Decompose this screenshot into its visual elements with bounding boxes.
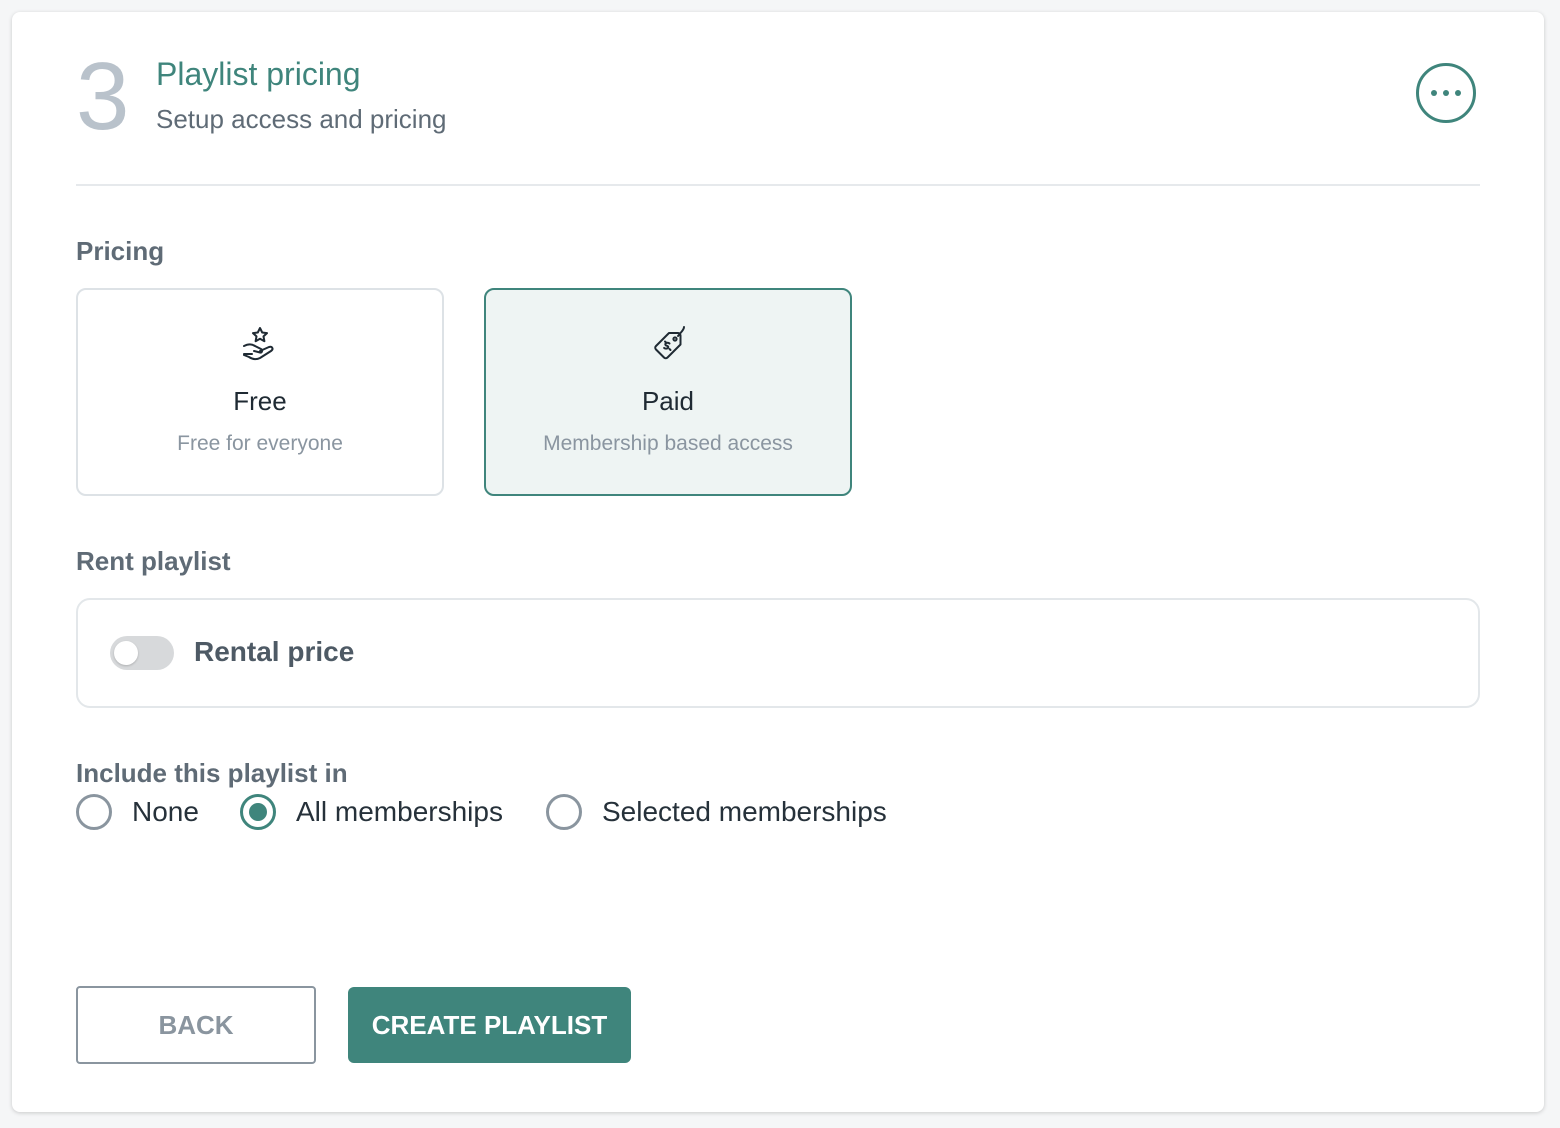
header-divider	[76, 184, 1480, 186]
radio-circle-wrap	[76, 794, 112, 830]
radio-circle	[76, 794, 112, 830]
step-subtitle: Setup access and pricing	[156, 104, 447, 134]
pricing-option-title: Paid	[641, 386, 695, 416]
radio-label: All memberships	[296, 796, 503, 827]
rental-price-toggle[interactable]	[110, 636, 174, 670]
radio-label: Selected memberships	[602, 796, 887, 827]
radio-selected-memberships[interactable]: Selected memberships	[546, 792, 887, 832]
pricing-option-title: Free	[233, 386, 287, 416]
rent-playlist-label: Rent playlist	[76, 546, 231, 576]
radio-all-memberships[interactable]: All memberships	[220, 774, 503, 850]
radio-label: None	[132, 796, 199, 827]
radio-none[interactable]: None	[76, 792, 199, 832]
ellipsis-dot	[1443, 90, 1449, 96]
pricing-label: Pricing	[76, 236, 165, 266]
hand-star-icon	[243, 327, 274, 361]
pricing-option-paid[interactable]: Paid Membership based access	[484, 288, 852, 496]
radio-circle	[546, 794, 582, 830]
include-playlist-label: Include this playlist in	[76, 758, 348, 788]
pricing-option-description: Free for everyone	[177, 432, 343, 455]
step-title: Playlist pricing	[156, 56, 361, 92]
back-button[interactable]: BACK	[76, 986, 316, 1064]
rent-playlist-box: Rental price	[76, 598, 1480, 708]
price-tag-dollar-icon	[654, 326, 685, 360]
create-playlist-button[interactable]: CREATE PLAYLIST	[348, 987, 631, 1063]
radio-circle	[240, 794, 276, 830]
toggle-knob	[114, 641, 138, 665]
rental-price-label: Rental price	[194, 636, 355, 667]
ellipsis-dot	[1455, 90, 1461, 96]
pricing-option-description: Membership based access	[543, 432, 793, 455]
more-options-button[interactable]	[1416, 63, 1476, 123]
radio-circle-wrap	[220, 774, 296, 850]
ellipsis-horizontal-icon	[1431, 90, 1437, 96]
playlist-pricing-card: 3 Playlist pricing Setup access and pric…	[12, 12, 1544, 1112]
radio-circle-wrap	[546, 794, 582, 830]
step-number: 3	[76, 43, 130, 150]
pricing-option-free[interactable]: Free Free for everyone	[76, 288, 444, 496]
